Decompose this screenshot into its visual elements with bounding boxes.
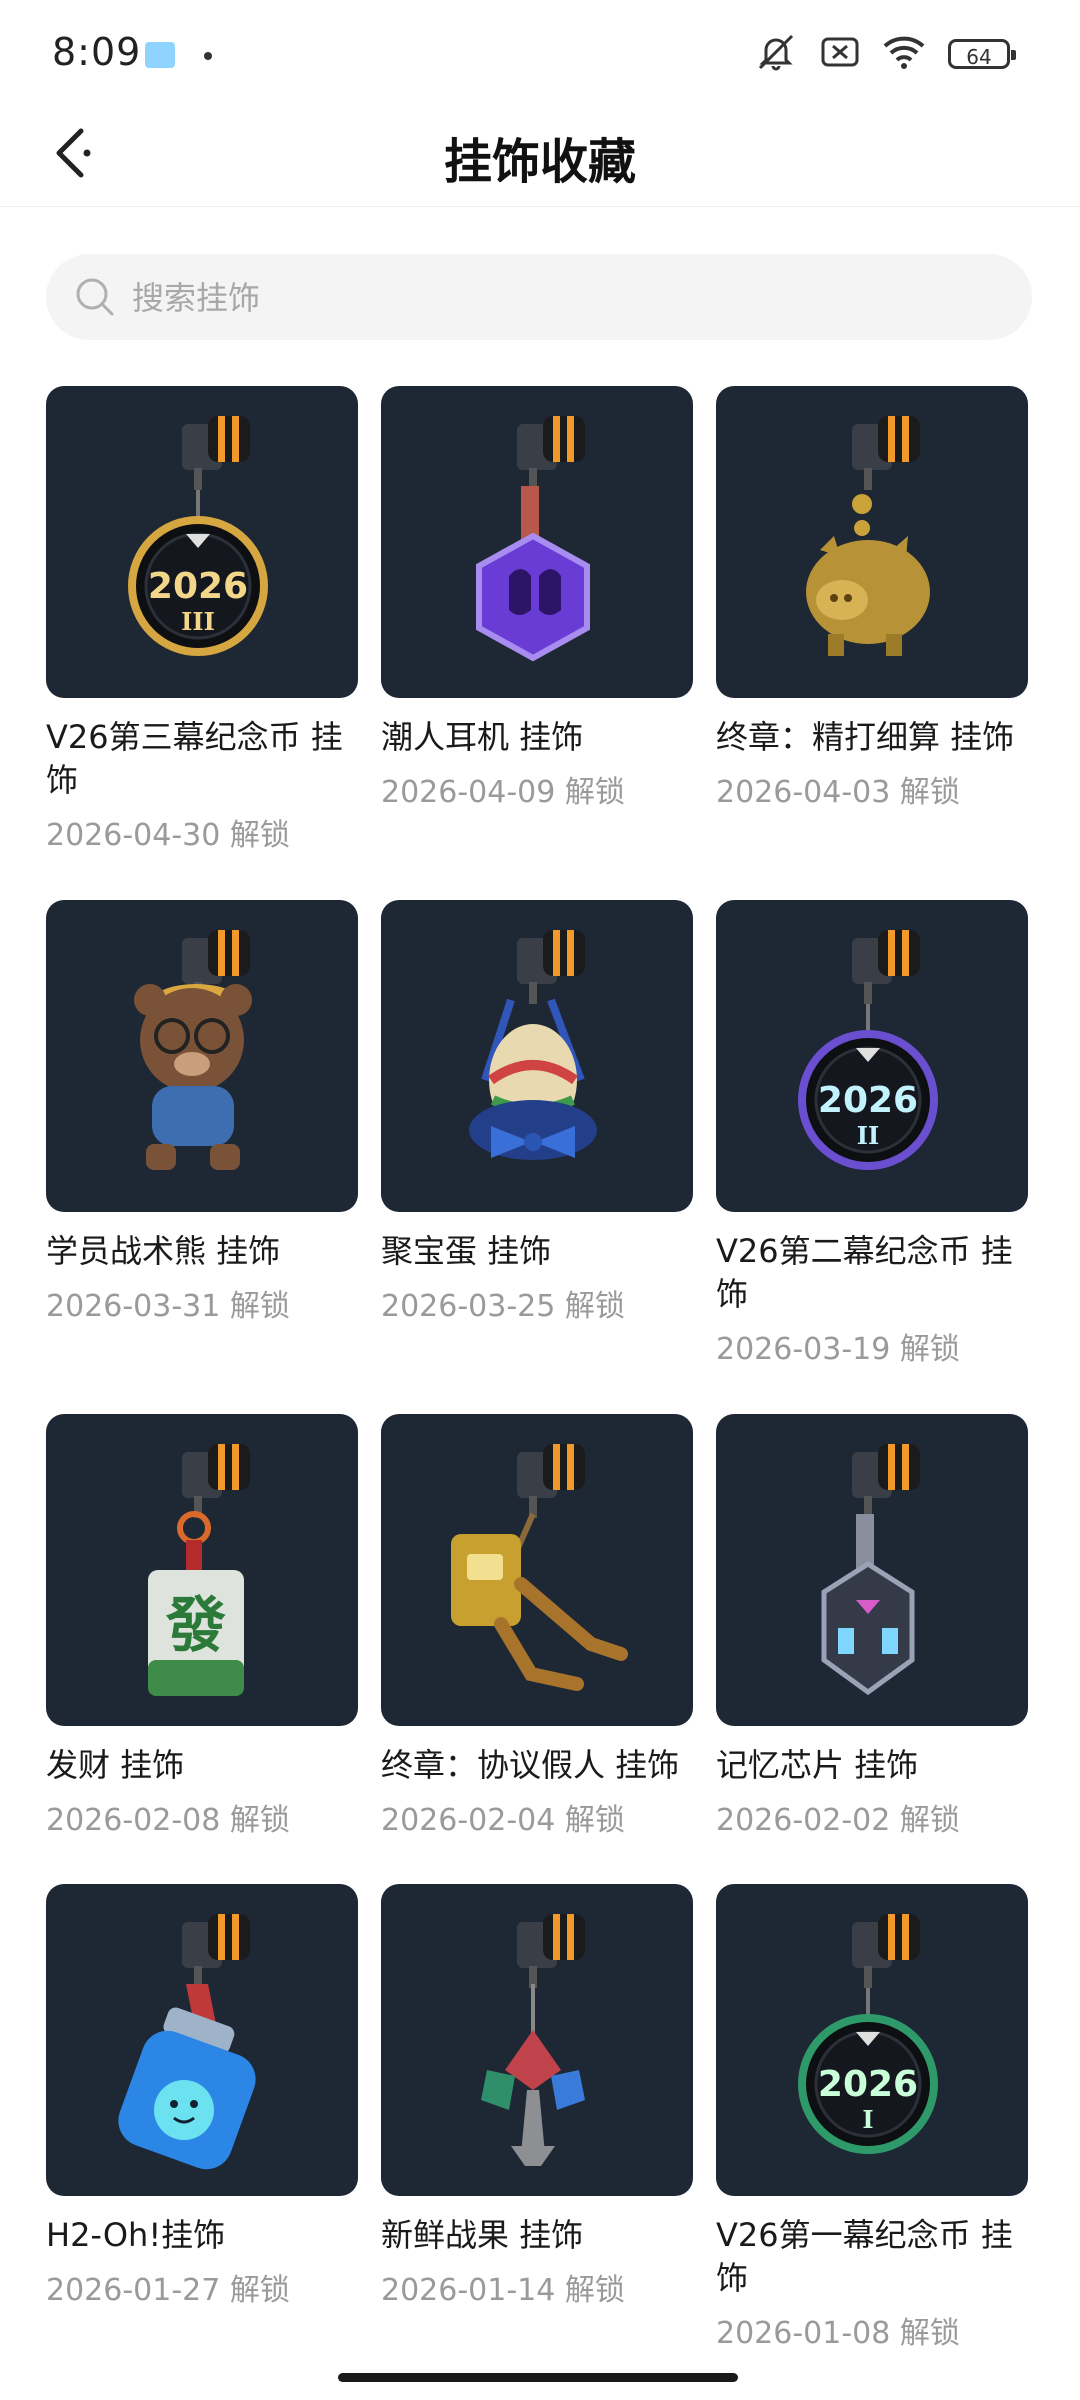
charm-name: 终章：精打细算 挂饰	[716, 718, 1015, 756]
unlock-date-value: 2026-04-03	[716, 775, 891, 810]
unlock-date-value: 2026-04-30	[46, 818, 221, 853]
svg-text:2026: 2026	[818, 1080, 918, 1121]
charm-name: V26第二幕纪念币 挂饰	[716, 1232, 1013, 1313]
header-bar: 挂饰收藏	[0, 100, 1080, 207]
unlock-date: 2026-03-19 解锁	[716, 1324, 1028, 1368]
search-icon	[76, 278, 114, 316]
unlock-date-value: 2026-02-08	[46, 1803, 221, 1838]
unlock-date: 2026-04-30 解锁	[46, 810, 358, 854]
unlock-date: 2026-04-09 解锁	[381, 767, 693, 811]
search-bar[interactable]	[46, 254, 1032, 342]
svg-text:2026: 2026	[148, 566, 248, 607]
charm-card[interactable]: 2026 II V26第二幕纪念币 挂饰 2026-03-19 解锁	[716, 900, 1028, 1368]
charm-name: 终章：协议假人 挂饰	[381, 1746, 680, 1784]
charm-card[interactable]: 聚宝蛋 挂饰 2026-03-25 解锁	[381, 900, 693, 1325]
charm-card[interactable]: 记忆芯片 挂饰 2026-02-02 解锁	[716, 1414, 1028, 1839]
status-bar: 8:09 64	[0, 0, 1080, 100]
sim-off-icon	[820, 35, 860, 73]
charm-card[interactable]: 终章：协议假人 挂饰 2026-02-04 解锁	[381, 1414, 693, 1839]
unlock-date: 2026-01-08 解锁	[716, 2308, 1028, 2352]
search-input[interactable]	[130, 254, 984, 342]
status-time: 8:09	[52, 30, 142, 74]
fresh-fruit-tree-charm-icon[interactable]	[381, 1884, 693, 2196]
status-icons: 64	[754, 32, 1016, 76]
unlock-date: 2026-03-31 解锁	[46, 1281, 358, 1325]
unlock-label: 解锁	[564, 1289, 625, 1324]
bell-muted-icon	[754, 32, 798, 76]
charm-card[interactable]: 学员战术熊 挂饰 2026-03-31 解锁	[46, 900, 358, 1325]
charm-card[interactable]: 终章：精打细算 挂饰 2026-04-03 解锁	[716, 386, 1028, 811]
water-bottle-charm-icon[interactable]	[46, 1884, 358, 2196]
unlock-date: 2026-02-08 解锁	[46, 1795, 358, 1839]
unlock-label: 解锁	[899, 2316, 960, 2351]
tactical-bear-charm-icon[interactable]	[46, 900, 358, 1212]
unlock-date: 2026-01-27 解锁	[46, 2265, 358, 2309]
unlock-label: 解锁	[564, 1803, 625, 1838]
charm-card[interactable]: H2-Oh!挂饰 2026-01-27 解锁	[46, 1884, 358, 2309]
unlock-label: 解锁	[564, 2273, 625, 2308]
unlock-label: 解锁	[564, 775, 625, 810]
wifi-icon	[882, 34, 926, 74]
unlock-date-value: 2026-04-09	[381, 775, 556, 810]
gold-piggy-bank-charm-icon[interactable]	[716, 386, 1028, 698]
coin-charm-2026-ii-icon[interactable]: 2026 II	[716, 900, 1028, 1212]
charm-card[interactable]: 新鲜战果 挂饰 2026-01-14 解锁	[381, 1884, 693, 2309]
unlock-date: 2026-02-02 解锁	[716, 1795, 1028, 1839]
unlock-label: 解锁	[229, 1289, 290, 1324]
svg-text:發: 發	[165, 1591, 226, 1661]
charm-name: 发财 挂饰	[46, 1746, 185, 1784]
charm-name: V26第一幕纪念币 挂饰	[716, 2216, 1013, 2297]
notification-app-icon	[145, 42, 175, 68]
charm-name: 聚宝蛋 挂饰	[381, 1232, 552, 1270]
svg-text:II: II	[857, 1121, 879, 1150]
notification-dot-icon	[204, 52, 212, 60]
unlock-date: 2026-01-14 解锁	[381, 2265, 693, 2309]
svg-text:I: I	[862, 2105, 873, 2134]
headphones-hex-charm-icon[interactable]	[381, 386, 693, 698]
page-title: 挂饰收藏	[443, 134, 636, 190]
unlock-date-value: 2026-01-08	[716, 2316, 891, 2351]
charm-name: H2-Oh!挂饰	[46, 2216, 226, 2254]
unlock-label: 解锁	[229, 1803, 290, 1838]
battery-icon: 64	[948, 39, 1016, 69]
unlock-date-value: 2026-03-25	[381, 1289, 556, 1324]
protocol-dummy-charm-icon[interactable]	[381, 1414, 693, 1726]
unlock-date: 2026-02-04 解锁	[381, 1795, 693, 1839]
unlock-date-value: 2026-03-31	[46, 1289, 221, 1324]
charm-name: 记忆芯片 挂饰	[716, 1746, 919, 1784]
unlock-date-value: 2026-01-27	[46, 2273, 221, 2308]
unlock-label: 解锁	[229, 2273, 290, 2308]
unlock-label: 解锁	[899, 775, 960, 810]
treasure-egg-charm-icon[interactable]	[381, 900, 693, 1212]
unlock-date-value: 2026-02-04	[381, 1803, 556, 1838]
charm-name: 新鲜战果 挂饰	[381, 2216, 584, 2254]
unlock-label: 解锁	[899, 1803, 960, 1838]
charm-card[interactable]: 2026 I V26第一幕纪念币 挂饰 2026-01-08 解锁	[716, 1884, 1028, 2352]
coin-charm-2026-iii-icon[interactable]: 2026 III	[46, 386, 358, 698]
unlock-label: 解锁	[899, 1332, 960, 1367]
charm-card[interactable]: 2026 III V26第三幕纪念币 挂饰 2026-04-30 解锁	[46, 386, 358, 854]
svg-text:2026: 2026	[818, 2064, 918, 2105]
charm-card[interactable]: 潮人耳机 挂饰 2026-04-09 解锁	[381, 386, 693, 811]
coin-charm-2026-i-icon[interactable]: 2026 I	[716, 1884, 1028, 2196]
unlock-label: 解锁	[229, 818, 290, 853]
unlock-date: 2026-03-25 解锁	[381, 1281, 693, 1325]
charm-name: 潮人耳机 挂饰	[381, 718, 584, 756]
unlock-date-value: 2026-01-14	[381, 2273, 556, 2308]
unlock-date-value: 2026-03-19	[716, 1332, 891, 1367]
home-indicator[interactable]	[338, 2373, 738, 2382]
svg-text:III: III	[181, 607, 215, 636]
charm-card[interactable]: 發发财 挂饰 2026-02-08 解锁	[46, 1414, 358, 1839]
memory-chip-charm-icon[interactable]	[716, 1414, 1028, 1726]
charm-name: V26第三幕纪念币 挂饰	[46, 718, 343, 799]
unlock-date-value: 2026-02-02	[716, 1803, 891, 1838]
charm-name: 学员战术熊 挂饰	[46, 1232, 281, 1270]
unlock-date: 2026-04-03 解锁	[716, 767, 1028, 811]
mahjong-fa-tile-charm-icon[interactable]: 發	[46, 1414, 358, 1726]
